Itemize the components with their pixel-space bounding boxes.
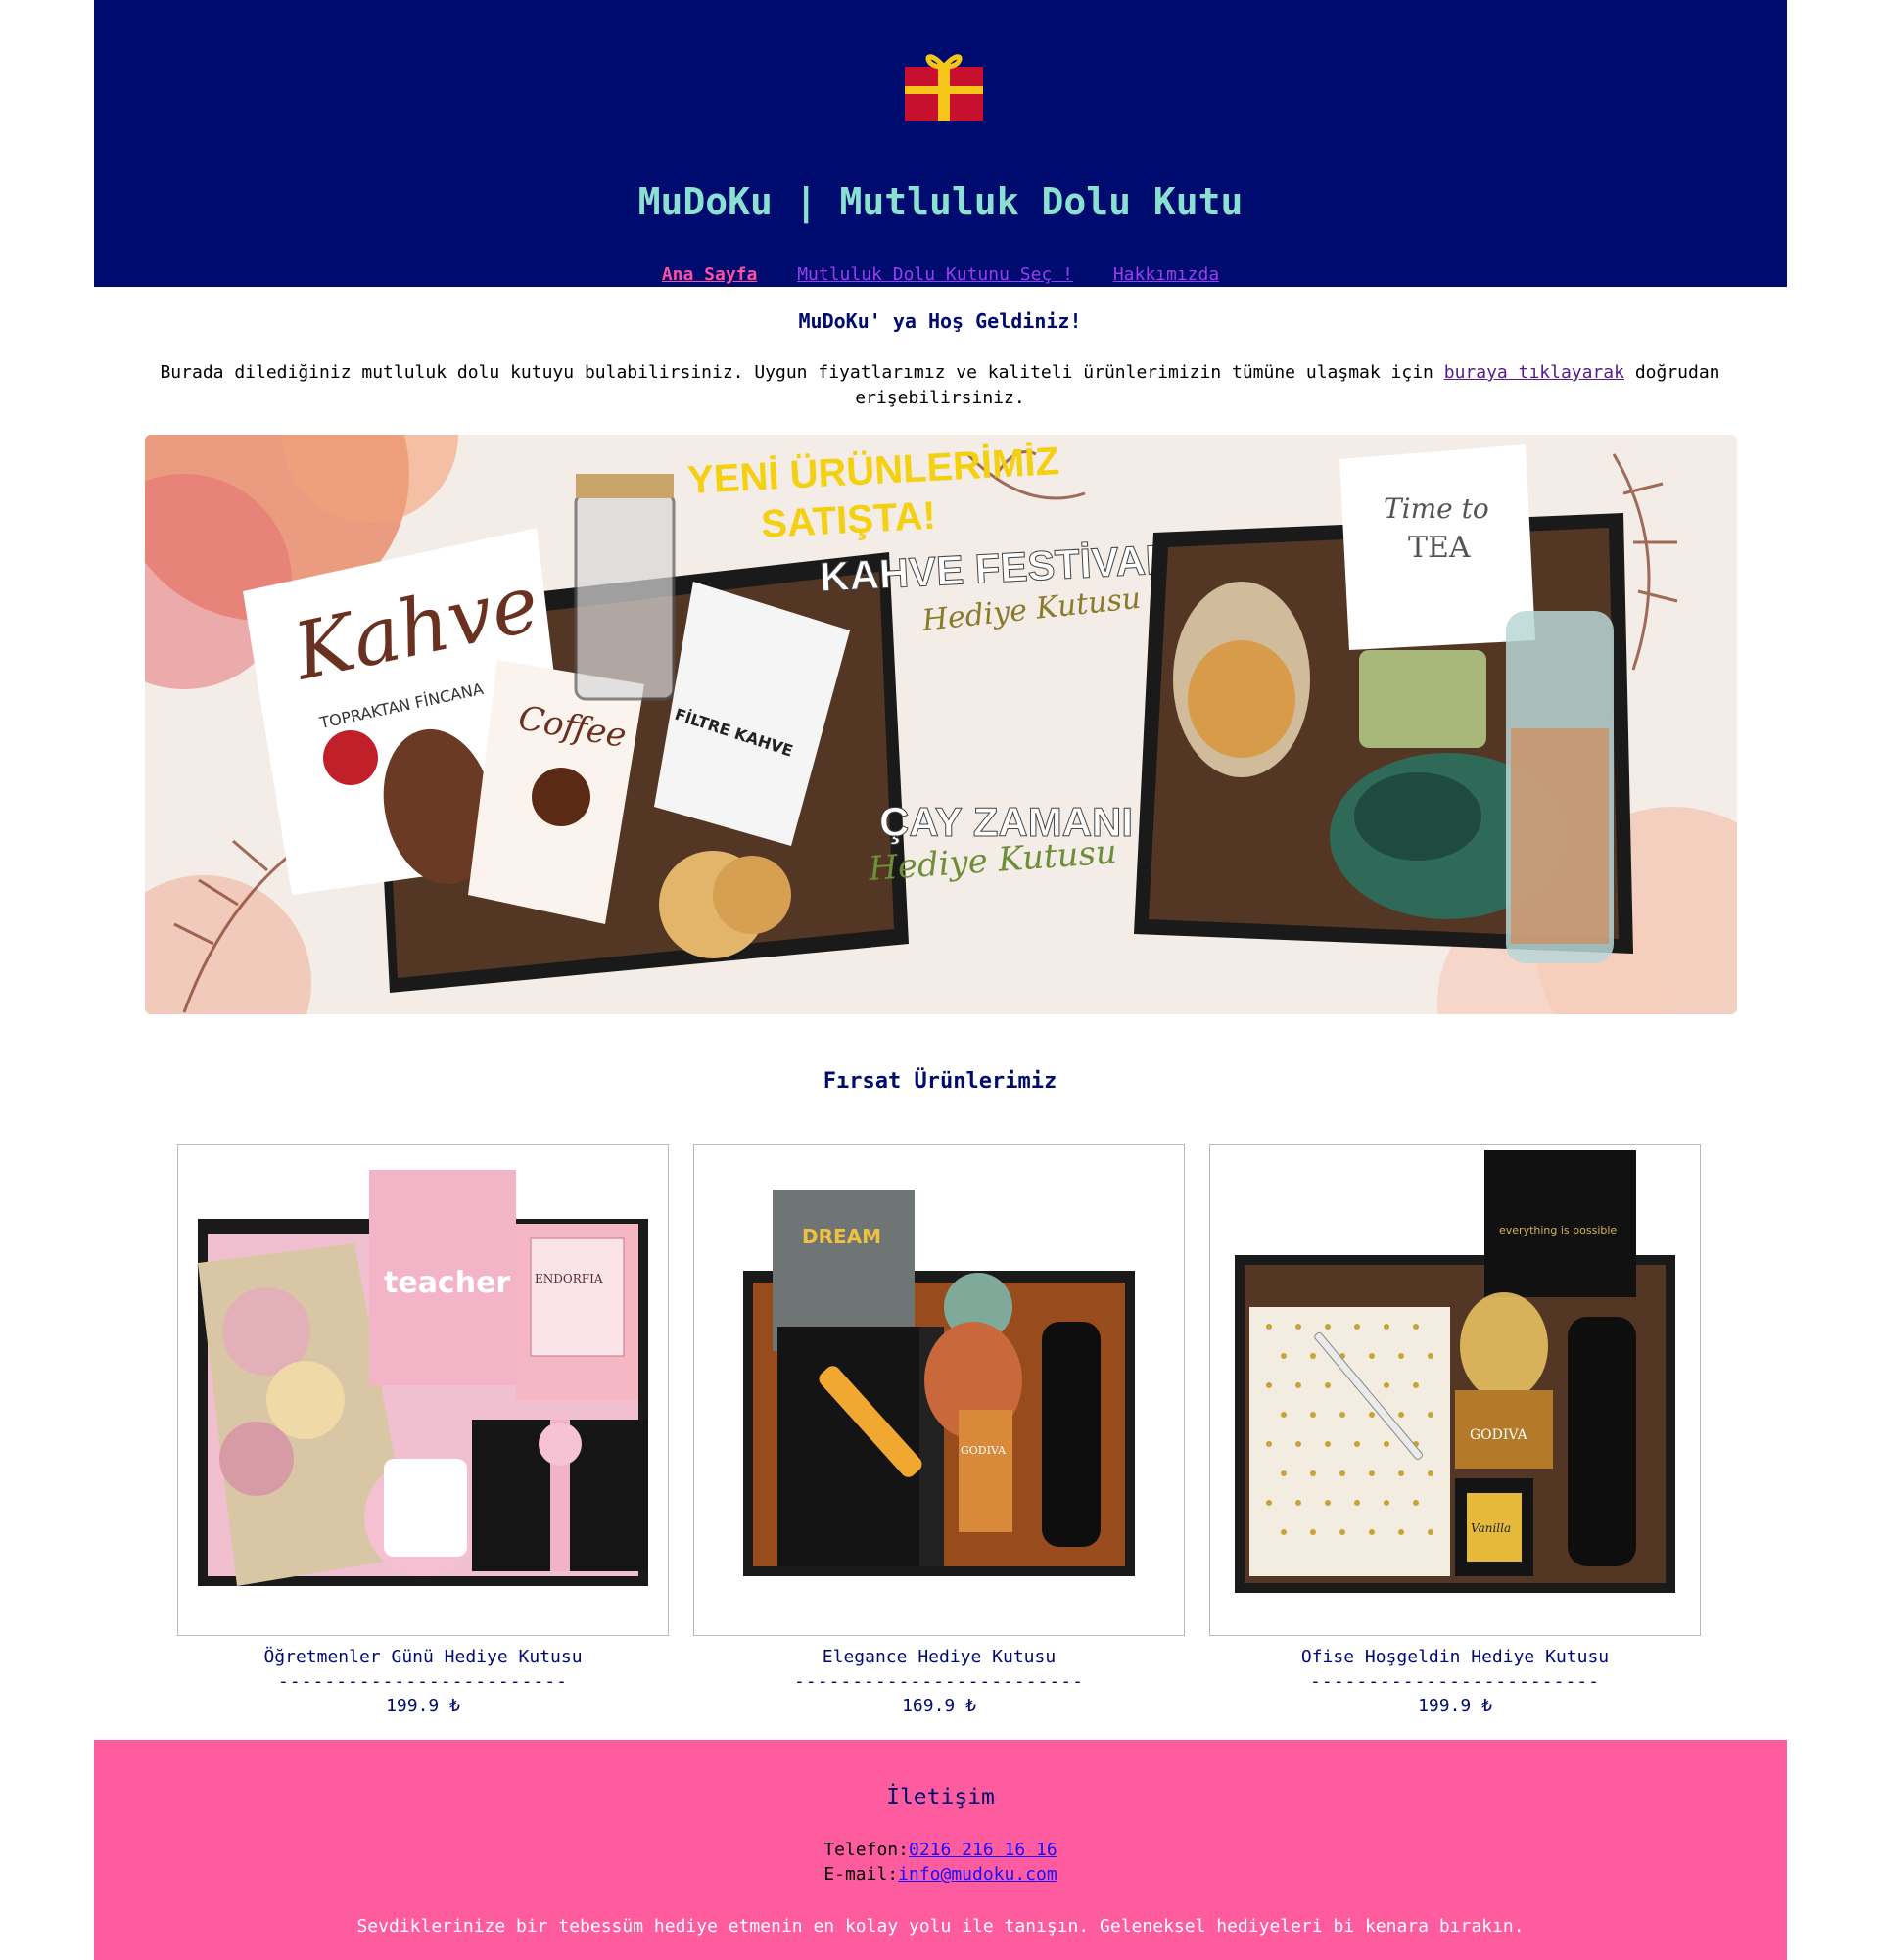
product-card-text: teacher	[384, 1266, 510, 1300]
gift-box-icon[interactable]	[903, 51, 985, 121]
nav-about-link[interactable]: Hakkımızda	[1113, 264, 1219, 285]
promo-banner[interactable]: Kahve TOPRAKTAN FİNCANA Coffee FİLTRE KA…	[145, 435, 1737, 1014]
deals-heading: Fırsat Ürünlerimiz	[822, 1069, 1058, 1094]
product-name[interactable]: Ofise Hoşgeldin Hediye Kutusu	[1209, 1646, 1701, 1669]
email-label: E-mail:	[823, 1864, 899, 1885]
site-title: MuDoKu | Mutluluk Dolu Kutu	[637, 180, 1244, 223]
product-separator: -------------------------	[1310, 1671, 1600, 1692]
product-name[interactable]: Elegance Hediye Kutusu	[693, 1646, 1185, 1669]
product-candle: Vanilla	[1471, 1521, 1511, 1535]
banner-on-sale: SATIŞTA!	[760, 494, 937, 546]
product-separator: -------------------------	[794, 1671, 1084, 1692]
footer-tagline: Sevdiklerinize bir tebessüm hediye etmen…	[356, 1916, 1525, 1937]
product-card[interactable]: everything is possible GODIVA Vanilla Of…	[1209, 1144, 1701, 1718]
contact-info: Telefon:0216 216 16 16 E-mail:info@mudok…	[94, 1838, 1787, 1887]
product-brand: GODIVA	[1470, 1427, 1528, 1443]
welcome-heading: MuDoKu' ya Hoş Geldiniz!	[798, 309, 1082, 333]
site-header: MuDoKu | Mutluluk Dolu Kutu Ana Sayfa Mu…	[94, 0, 1787, 287]
product-price: 199.9 ₺	[386, 1696, 460, 1716]
intro-text-before: Burada dilediğiniz mutluluk dolu kutuyu …	[160, 362, 1444, 383]
promo-banner-image: Kahve TOPRAKTAN FİNCANA Coffee FİLTRE KA…	[145, 435, 1737, 1014]
main-nav: Ana Sayfa Mutluluk Dolu Kutunu Seç ! Hak…	[94, 264, 1787, 285]
product-image[interactable]: DREAM GODIVA	[693, 1144, 1185, 1636]
product-image[interactable]: everything is possible GODIVA Vanilla	[1209, 1144, 1701, 1636]
phone-label: Telefon:	[823, 1840, 909, 1860]
product-brand: GODIVA	[961, 1444, 1007, 1457]
banner-tea-card1: Time to	[1384, 492, 1489, 525]
nav-home-link[interactable]: Ana Sayfa	[662, 264, 758, 285]
product-separator: -------------------------	[278, 1671, 568, 1692]
product-price: 199.9 ₺	[1418, 1696, 1492, 1716]
product-price: 169.9 ₺	[902, 1696, 976, 1716]
product-card-text: everything is possible	[1499, 1224, 1617, 1237]
contact-heading: İletişim	[886, 1785, 995, 1810]
product-name[interactable]: Öğretmenler Günü Hediye Kutusu	[177, 1646, 669, 1669]
site-footer: İletişim Telefon:0216 216 16 16 E-mail:i…	[94, 1740, 1787, 1960]
product-card[interactable]: teacher ENDORFIA Öğretmenler Günü Hediye…	[177, 1144, 669, 1718]
banner-tea-card2: TEA	[1408, 531, 1471, 565]
nav-pick-box-link[interactable]: Mutluluk Dolu Kutunu Seç !	[797, 264, 1073, 285]
intro-paragraph: Burada dilediğiniz mutluluk dolu kutuyu …	[137, 360, 1743, 411]
product-card[interactable]: DREAM GODIVA Elegance Hediye Kutusu ----…	[693, 1144, 1185, 1718]
product-brand: ENDORFIA	[535, 1272, 603, 1285]
intro-link[interactable]: buraya tıklayarak	[1444, 362, 1624, 383]
phone-link[interactable]: 0216 216 16 16	[909, 1840, 1058, 1860]
product-image[interactable]: teacher ENDORFIA	[177, 1144, 669, 1636]
product-card-text: DREAM	[802, 1225, 881, 1248]
email-link[interactable]: info@mudoku.com	[898, 1864, 1058, 1885]
